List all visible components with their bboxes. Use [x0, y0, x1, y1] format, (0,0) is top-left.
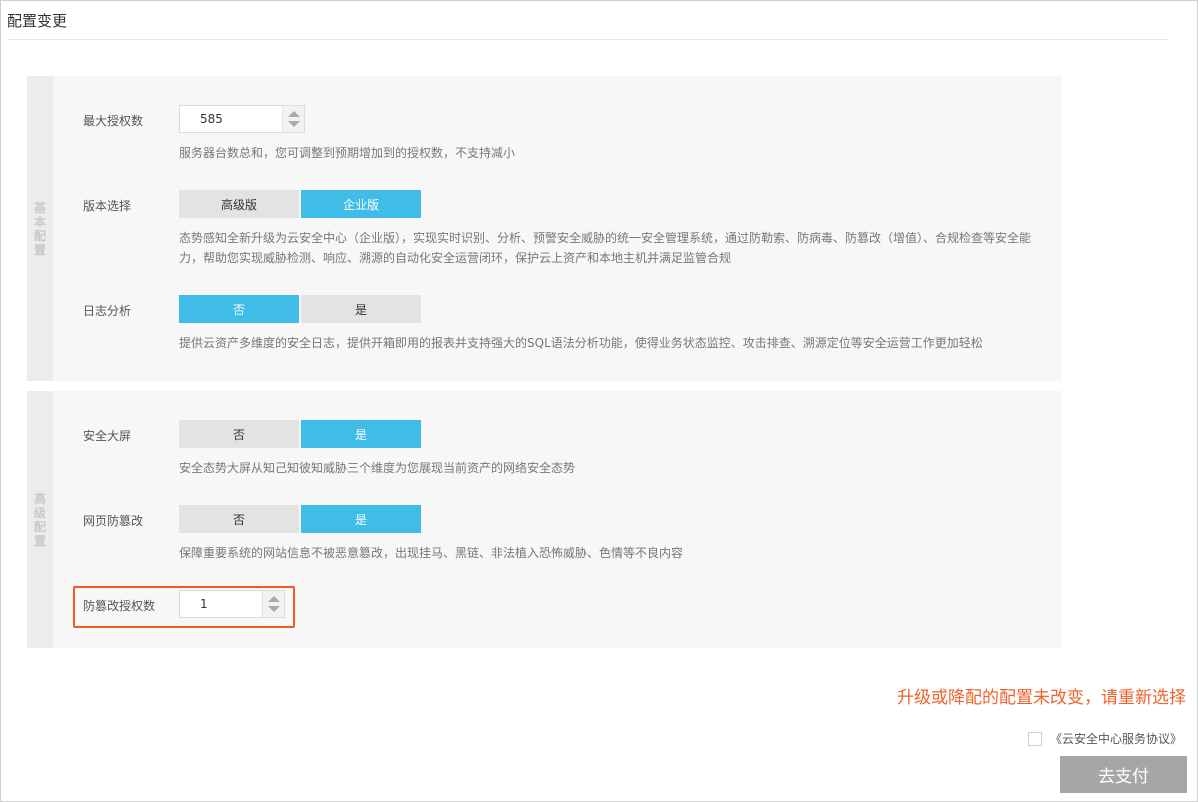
log-analysis-option-no[interactable]: 否 — [179, 295, 299, 323]
log-analysis-selector: 否 是 — [179, 295, 423, 323]
edition-option-advanced[interactable]: 高级版 — [179, 190, 299, 218]
section-side-bar: 高级配置 — [27, 391, 53, 648]
pay-button[interactable]: 去支付 — [1060, 756, 1187, 793]
section-label-basic: 基本配置 — [33, 200, 46, 257]
decrement-arrow-icon[interactable] — [288, 121, 300, 127]
section-side-bar: 基本配置 — [27, 76, 53, 381]
big-screen-option-yes[interactable]: 是 — [301, 420, 421, 448]
web-tamper-option-yes[interactable]: 是 — [301, 505, 421, 533]
log-analysis-label: 日志分析 — [83, 304, 132, 318]
log-analysis-hint: 提供云资产多维度的安全日志，提供开箱即用的报表并支持强大的SQL语法分析功能，使… — [179, 336, 983, 350]
big-screen-label: 安全大屏 — [83, 429, 132, 443]
max-license-label: 最大授权数 — [83, 114, 144, 128]
max-license-hint: 服务器台数总和，您可调整到预期增加到的授权数，不支持减小 — [179, 146, 516, 160]
title-divider — [7, 39, 1167, 40]
big-screen-option-no[interactable]: 否 — [179, 420, 299, 448]
big-screen-hint: 安全态势大屏从知己知彼知威胁三个维度为您展现当前资产的网络安全态势 — [179, 461, 576, 475]
edition-option-enterprise[interactable]: 企业版 — [301, 190, 421, 218]
agreement-link[interactable]: 《云安全中心服务协议》 — [1050, 730, 1182, 747]
web-tamper-hint: 保障重要系统的网站信息不被恶意篡改，出现挂马、黑链、非法植入恐怖威胁、色情等不良… — [179, 546, 684, 560]
edition-hint-line2: 力，帮助您实现威胁检测、响应、溯源的自动化安全运营闭环，保护云上资产和本地主机并… — [179, 251, 732, 265]
config-unchanged-warning: 升级或降配的配置未改变，请重新选择 — [897, 688, 1186, 708]
edition-hint-line1: 态势感知全新升级为云安全中心（企业版），实现实时识别、分析、预警安全威胁的统一安… — [179, 231, 1032, 245]
agreement-row: 《云安全中心服务协议》 — [1027, 730, 1182, 747]
edition-label: 版本选择 — [83, 199, 132, 213]
tamper-license-highlight-box — [73, 586, 295, 628]
web-tamper-label: 网页防篡改 — [83, 514, 144, 528]
section-label-advanced: 高级配置 — [33, 491, 46, 548]
agreement-checkbox[interactable] — [1027, 731, 1042, 746]
page-title: 配置变更 — [7, 12, 68, 30]
edition-selector: 高级版 企业版 — [179, 190, 423, 218]
log-analysis-option-yes[interactable]: 是 — [301, 295, 421, 323]
max-license-value[interactable]: 585 — [200, 112, 223, 126]
big-screen-selector: 否 是 — [179, 420, 423, 448]
max-license-stepper[interactable]: 585 — [179, 105, 305, 133]
web-tamper-option-no[interactable]: 否 — [179, 505, 299, 533]
increment-arrow-icon[interactable] — [288, 111, 300, 117]
basic-config-section: 基本配置 最大授权数 585 服务器台数总和，您可调整到预期增加到的授权数，不支… — [27, 76, 1062, 381]
stepper-spinner[interactable] — [282, 106, 304, 132]
web-tamper-selector: 否 是 — [179, 505, 423, 533]
